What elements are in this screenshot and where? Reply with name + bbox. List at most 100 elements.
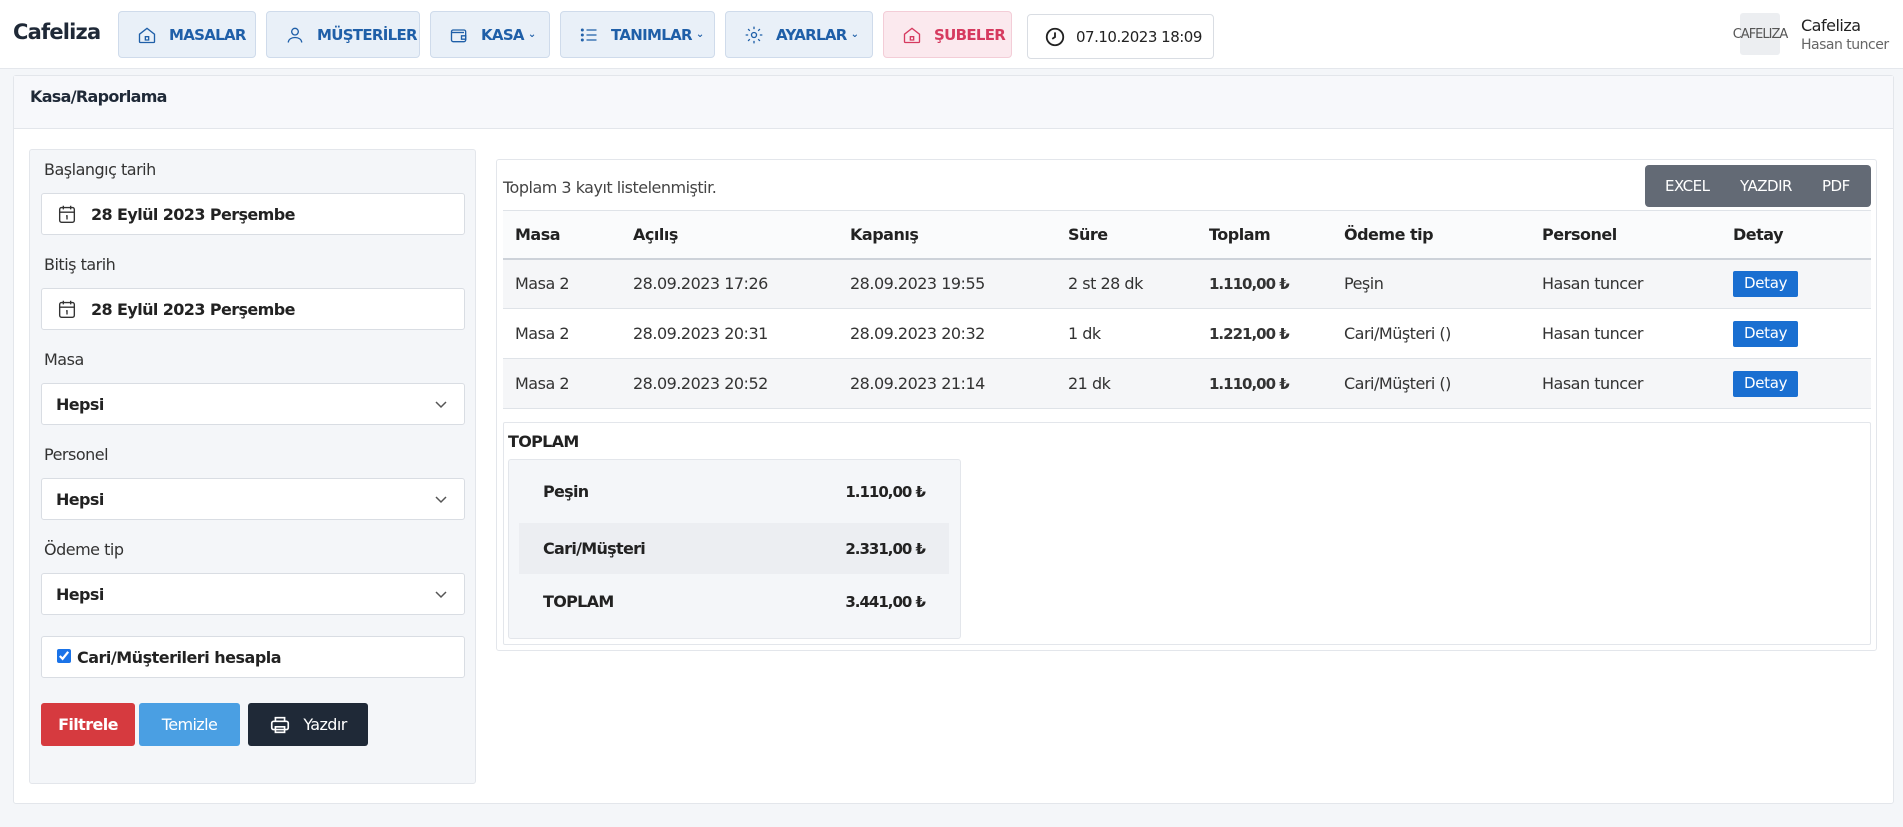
datetime-display: 07.10.2023 18:09: [1027, 14, 1214, 59]
start-date-input[interactable]: 28 Eylül 2023 Perşembe: [41, 193, 465, 235]
cell-detay: Detay: [1721, 258, 1871, 309]
user-icon: [287, 27, 303, 43]
personel-select-value: Hepsi: [56, 489, 104, 509]
cari-checkbox[interactable]: [57, 648, 71, 663]
cell-personel: Hasan tuncer: [1530, 308, 1721, 359]
chevron-down-icon: [435, 496, 447, 504]
cell-detay: Detay: [1721, 308, 1871, 359]
cell-acilis: 28.09.2023 17:26: [621, 258, 838, 309]
summary-label: Peşin: [543, 482, 589, 501]
datetime-text: 07.10.2023 18:09: [1076, 27, 1202, 46]
cell-toplam: 1.110,00 ₺: [1197, 258, 1332, 309]
end-date-input[interactable]: 28 Eylül 2023 Perşembe: [41, 288, 465, 330]
table-row: Masa 2 28.09.2023 20:52 28.09.2023 21:14…: [503, 358, 1871, 409]
cell-odeme: Cari/Müşteri (): [1332, 358, 1530, 409]
end-date-label: Bitiş tarih: [44, 255, 116, 274]
cell-masa: Masa 2: [503, 308, 621, 359]
cell-sure: 1 dk: [1056, 308, 1197, 359]
nav-musteriler-button[interactable]: MÜŞTERİLER: [266, 11, 420, 58]
export-excel-button[interactable]: EXCEL: [1665, 177, 1710, 195]
filter-button[interactable]: Filtrele: [41, 703, 135, 746]
column-header-acilis[interactable]: Açılış: [621, 210, 838, 260]
table-row: Masa 2 28.09.2023 17:26 28.09.2023 19:55…: [503, 258, 1871, 309]
summary-row-cari: Cari/Müşteri 2.331,00 ₺: [519, 523, 949, 574]
column-header-toplam[interactable]: Toplam: [1197, 210, 1332, 260]
nav-label: KASA: [481, 25, 525, 44]
nav-tanimlar-button[interactable]: TANIMLAR ⌄: [560, 11, 715, 58]
wallet-icon: [450, 28, 467, 42]
cell-odeme: Cari/Müşteri (): [1332, 308, 1530, 359]
cell-personel: Hasan tuncer: [1530, 258, 1721, 309]
summary-value: 1.110,00 ₺: [845, 482, 926, 501]
summary-label: Cari/Müşteri: [543, 539, 646, 558]
cell-odeme: Peşin: [1332, 258, 1530, 309]
cell-toplam: 1.221,00 ₺: [1197, 308, 1332, 359]
chevron-down-icon: [435, 591, 447, 599]
masa-select-value: Hepsi: [56, 394, 104, 414]
column-header-kapanis[interactable]: Kapanış: [838, 210, 1056, 260]
print-button-label: Yazdır: [303, 715, 347, 734]
nav-kasa-button[interactable]: KASA ⌄: [430, 11, 550, 58]
nav-label: TANIMLAR: [611, 25, 693, 44]
detay-button[interactable]: Detay: [1733, 370, 1799, 397]
cell-sure: 2 st 28 dk: [1056, 258, 1197, 309]
chevron-down-icon: ⌄: [850, 29, 859, 40]
odeme-label: Ödeme tip: [44, 540, 124, 559]
export-print-button[interactable]: YAZDIR: [1740, 177, 1792, 195]
home-icon: [903, 26, 921, 43]
printer-icon: [271, 716, 290, 733]
home-icon: [138, 26, 156, 43]
gear-icon: [745, 26, 763, 43]
nav-label: MASALAR: [169, 25, 246, 44]
odeme-select[interactable]: Hepsi: [41, 573, 465, 615]
nav-ayarlar-button[interactable]: AYARLAR ⌄: [725, 11, 873, 58]
cell-kapanis: 28.09.2023 20:32: [838, 308, 1056, 359]
summary-row-pesin: Peşin 1.110,00 ₺: [519, 466, 949, 517]
detay-button[interactable]: Detay: [1733, 320, 1799, 347]
list-icon: [580, 28, 597, 41]
cell-acilis: 28.09.2023 20:52: [621, 358, 838, 409]
nav-subeler-button[interactable]: ŞUBELER: [883, 11, 1012, 58]
column-header-sure[interactable]: Süre: [1056, 210, 1197, 260]
chevron-down-icon: ⌄: [695, 29, 704, 40]
summary-box: Peşin 1.110,00 ₺ Cari/Müşteri 2.331,00 ₺…: [508, 459, 961, 639]
export-pdf-button[interactable]: PDF: [1822, 177, 1850, 195]
detay-button[interactable]: Detay: [1733, 270, 1799, 297]
start-date-label: Başlangıç tarih: [44, 160, 156, 179]
cell-detay: Detay: [1721, 358, 1871, 409]
odeme-select-value: Hepsi: [56, 584, 104, 604]
summary-title: TOPLAM: [508, 432, 579, 451]
nav-masalar-button[interactable]: MASALAR: [118, 11, 256, 58]
print-button[interactable]: Yazdır: [248, 703, 368, 746]
masa-label: Masa: [44, 350, 84, 369]
personel-select[interactable]: Hepsi: [41, 478, 465, 520]
chevron-down-icon: ⌄: [527, 29, 536, 40]
cari-checkbox-label: Cari/Müşterileri hesapla: [77, 647, 282, 667]
masa-select[interactable]: Hepsi: [41, 383, 465, 425]
summary-panel: TOPLAM Peşin 1.110,00 ₺ Cari/Müşteri 2.3…: [503, 422, 1871, 645]
clear-button[interactable]: Temizle: [139, 703, 240, 746]
start-date-value: 28 Eylül 2023 Perşembe: [91, 204, 295, 224]
chevron-down-icon: [435, 401, 447, 409]
cari-checkbox-row[interactable]: Cari/Müşterileri hesapla: [41, 636, 465, 678]
column-header-personel[interactable]: Personel: [1530, 210, 1721, 260]
column-header-masa[interactable]: Masa: [503, 210, 621, 260]
user-name[interactable]: Cafeliza: [1801, 16, 1861, 35]
nav-label: MÜŞTERİLER: [317, 25, 418, 44]
brand-logo[interactable]: Cafeliza: [13, 20, 101, 44]
table-header-row: Masa Açılış Kapanış Süre Toplam Ödeme ti…: [503, 210, 1871, 260]
column-header-odeme[interactable]: Ödeme tip: [1332, 210, 1530, 260]
table-row: Masa 2 28.09.2023 20:31 28.09.2023 20:32…: [503, 308, 1871, 359]
cell-personel: Hasan tuncer: [1530, 358, 1721, 409]
cell-sure: 21 dk: [1056, 358, 1197, 409]
summary-row-total: TOPLAM 3.441,00 ₺: [519, 576, 949, 627]
summary-label: TOPLAM: [543, 592, 614, 611]
records-table: Masa Açılış Kapanış Süre Toplam Ödeme ti…: [503, 210, 1871, 409]
avatar[interactable]: CAFELIZA: [1733, 13, 1788, 55]
nav-label: ŞUBELER: [934, 25, 1006, 44]
user-subtitle: Hasan tuncer: [1801, 37, 1889, 53]
clock-icon: [1045, 27, 1065, 46]
record-count-text: Toplam 3 kayıt listelenmiştir.: [503, 178, 717, 197]
end-date-value: 28 Eylül 2023 Perşembe: [91, 299, 295, 319]
personel-label: Personel: [44, 445, 109, 464]
